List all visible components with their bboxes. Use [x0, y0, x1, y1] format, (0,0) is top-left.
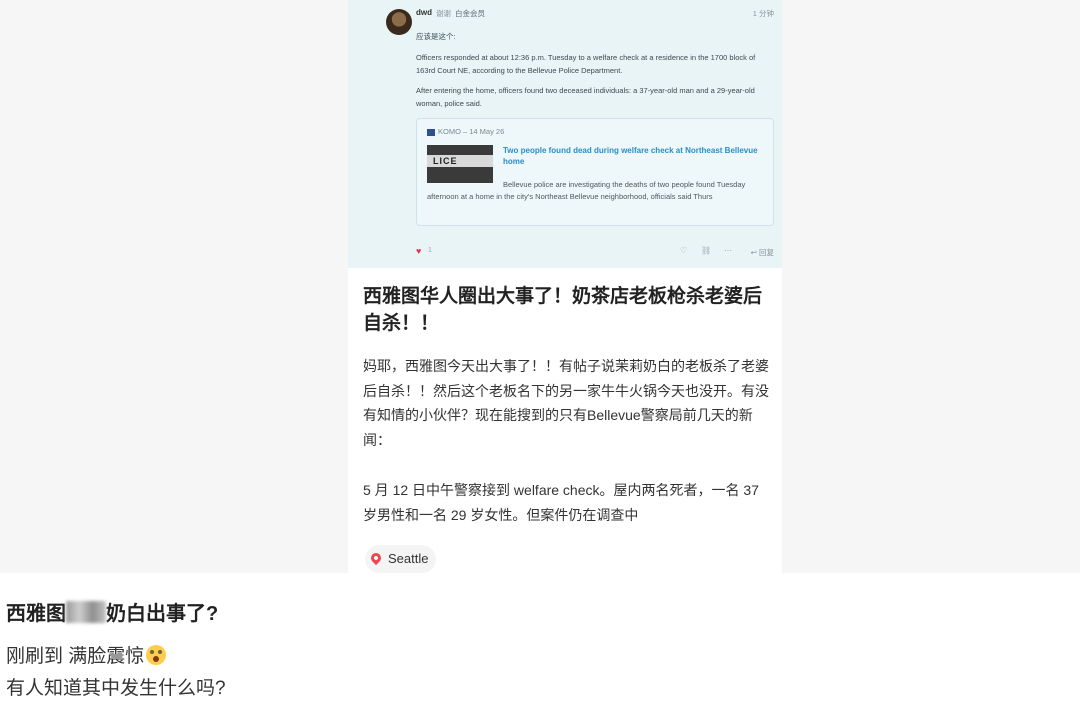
username[interactable]: dwd [416, 8, 432, 17]
like-heart-icon[interactable]: ♥ [416, 246, 421, 256]
link-icon[interactable]: ⛓ [701, 246, 711, 255]
location-pin-icon [368, 550, 384, 566]
post-paragraph: 妈耶，西雅图今天出大事了！！有帖子说茉莉奶白的老板杀了老婆后自杀！！然后这个老板… [363, 358, 769, 448]
more-icon[interactable]: ⋯ [724, 246, 732, 255]
like-outline-icon[interactable]: ♡ [680, 246, 687, 255]
link-preview-card[interactable]: KOMO – 14 May 26 LICE Two people found d… [416, 118, 774, 226]
link-source: KOMO – 14 May 26 [427, 127, 504, 136]
shocked-face-emoji-icon [146, 645, 167, 665]
reply-button[interactable]: ↩ 回复 [751, 247, 774, 258]
post-paragraph: 5 月 12 日中午警察接到 welfare check。屋内两名死者，一名 3… [363, 482, 759, 523]
like-count: 1 [428, 247, 432, 254]
forum-text-line: Officers responded at about 12:36 p.m. T… [416, 53, 756, 75]
link-thumbnail: LICE [427, 145, 493, 183]
post-time: 1 分钟 [752, 9, 774, 18]
location-tag[interactable]: Seattle [365, 545, 437, 573]
user-handle: 谢谢 [436, 9, 451, 18]
question-title: 西雅图 奶白出事了? [6, 601, 219, 625]
censored-blur [66, 601, 106, 623]
user-avatar[interactable] [386, 9, 412, 35]
post-title: 西雅图华人圈出大事了！奶茶店老板枪杀老婆后自杀！！ [363, 286, 763, 334]
link-description: Bellevue police are investigating the de… [427, 180, 746, 201]
reply-arrow-icon: ↩ [750, 248, 759, 257]
thumbnail-text: LICE [433, 156, 458, 166]
forum-post: dwd 谢谢 白金会员 1 分钟 应该是这个: Officers respond… [348, 0, 782, 268]
link-title[interactable]: Two people found dead during welfare che… [503, 145, 768, 167]
member-badge: 白金会员 [455, 9, 485, 18]
source-logo-icon [427, 128, 435, 136]
forum-text-line: 应该是这个: [416, 32, 456, 41]
post-actions: ♥ 1 ♡ ⛓ ⋯ ↩ 回复 [348, 246, 782, 262]
phone-screenshot: dwd 谢谢 白金会员 1 分钟 应该是这个: Officers respond… [348, 0, 782, 573]
question-line: 刚刷到 满脸震惊 [6, 641, 167, 668]
question-line: 有人知道其中发生什么吗? [6, 678, 226, 699]
forum-text-line: After entering the home, officers found … [416, 86, 755, 108]
